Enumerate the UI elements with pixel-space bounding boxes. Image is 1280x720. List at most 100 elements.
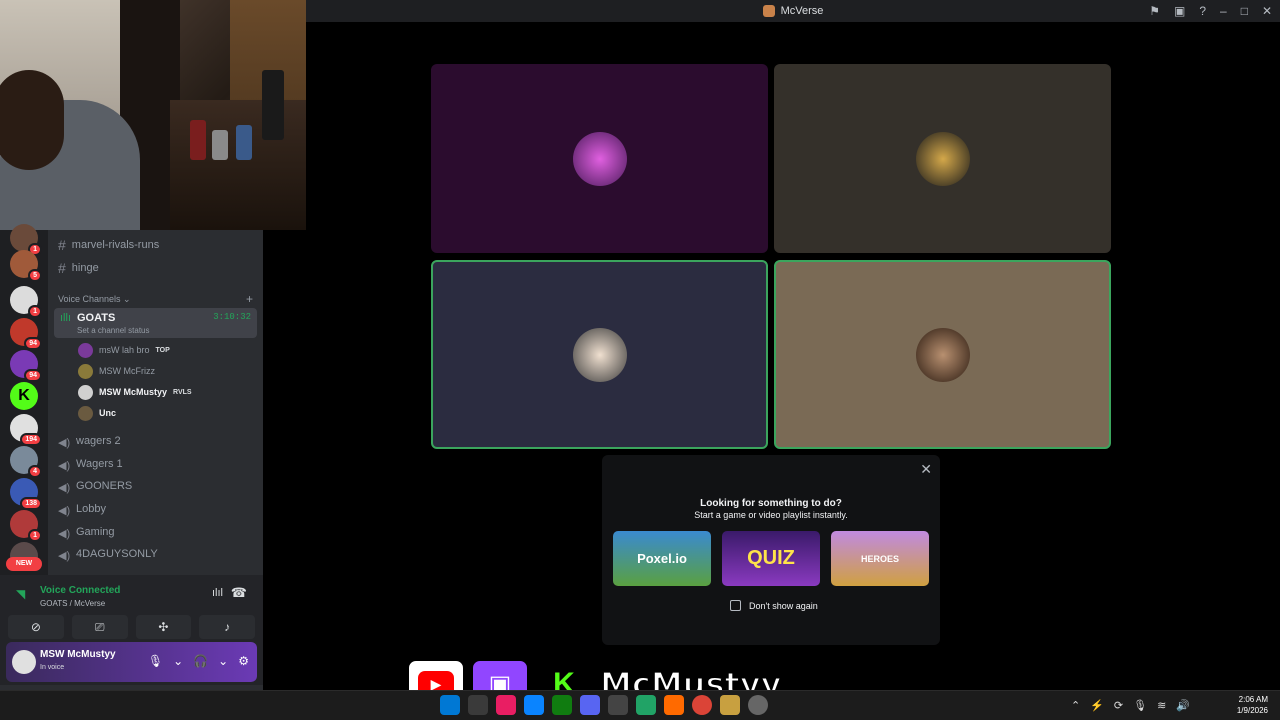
user-panel: MSW McMustyy In voice 🎙 ⌄ 🎧 ⌄ ⚙ bbox=[6, 642, 257, 682]
chrome-icon[interactable] bbox=[692, 695, 712, 715]
voice-channels-header[interactable]: Voice Channels ⌄ + bbox=[58, 292, 253, 306]
microphone-icon[interactable]: 🎙 bbox=[148, 654, 163, 668]
active-voice-channel[interactable]: ıllı GOATS Set a channel status 3:10:32 bbox=[54, 308, 257, 338]
voice-channel[interactable]: ◀) Gaming bbox=[58, 522, 115, 542]
discord-icon[interactable] bbox=[580, 695, 600, 715]
channel-list: # marvel-rivals-runs # hinge Voice Channel… bbox=[48, 230, 263, 575]
video-tile[interactable] bbox=[431, 260, 768, 449]
speaker-icon: ◀) bbox=[58, 550, 71, 562]
minimize-button[interactable]: – bbox=[1220, 4, 1227, 18]
gear-icon[interactable]: ⚙ bbox=[238, 654, 249, 668]
volume-icon[interactable]: 🔊 bbox=[1176, 699, 1190, 712]
game-card-quiz[interactable]: QUIZ bbox=[722, 531, 820, 586]
hash-icon: # bbox=[58, 237, 66, 253]
new-badge: NEW bbox=[6, 557, 42, 571]
app-icon[interactable] bbox=[468, 695, 488, 715]
voice-location-link[interactable]: GOATS / McVerse bbox=[40, 599, 105, 608]
server-icon[interactable]: 1 bbox=[10, 224, 42, 256]
start-icon[interactable] bbox=[440, 695, 460, 715]
chevron-up-icon[interactable]: ⌃ bbox=[1071, 699, 1080, 712]
clock[interactable]: 2:06 AM 1/9/2026 bbox=[1237, 694, 1268, 716]
server-icon[interactable]: 1 bbox=[10, 510, 42, 542]
sync-icon[interactable]: ⟳ bbox=[1114, 699, 1123, 712]
server-icon[interactable]: 1 bbox=[10, 286, 42, 318]
game-card-heroes[interactable]: HEROES bbox=[831, 531, 929, 586]
window-title: McVerse bbox=[780, 5, 824, 17]
signal-icon: ◥ bbox=[16, 587, 26, 601]
avatar bbox=[78, 363, 93, 379]
avatar[interactable] bbox=[12, 650, 36, 674]
voice-user[interactable]: MSW McMustyy RVLS bbox=[78, 383, 192, 401]
disconnect-icon[interactable]: ☎ bbox=[231, 585, 247, 601]
voice-channel[interactable]: ◀) wagers 2 bbox=[58, 431, 121, 451]
close-button[interactable]: ✕ bbox=[1262, 4, 1272, 18]
avatar bbox=[78, 384, 93, 400]
voice-user[interactable]: msW lah bro TOP bbox=[78, 341, 170, 359]
headphones-icon[interactable]: 🎧 bbox=[193, 654, 208, 668]
network-icon[interactable]: ⚡ bbox=[1090, 699, 1104, 712]
text-channel[interactable]: # marvel-rivals-runs bbox=[58, 235, 159, 255]
voice-user[interactable]: Unc bbox=[78, 404, 116, 422]
title-bar: McVerse ⚑ ▣ ? – □ ✕ bbox=[306, 0, 1280, 22]
inbox-icon[interactable]: ⚑ bbox=[1149, 4, 1160, 18]
chevron-down-icon[interactable]: ⌄ bbox=[173, 654, 183, 668]
app-icon[interactable] bbox=[608, 695, 628, 715]
add-channel-icon[interactable]: + bbox=[246, 292, 253, 306]
chevron-down-icon[interactable]: ⌄ bbox=[218, 654, 228, 668]
mic-icon[interactable]: 🎙 bbox=[1133, 699, 1147, 712]
avatar bbox=[78, 405, 93, 421]
help-icon[interactable]: ? bbox=[1199, 4, 1206, 18]
game-card-poxel[interactable]: Poxel.io bbox=[613, 531, 711, 586]
voice-user[interactable]: MSW McFrizz bbox=[78, 362, 155, 380]
avatar bbox=[915, 131, 970, 186]
server-icon[interactable]: 94 bbox=[10, 350, 42, 382]
screen-share-button[interactable]: ⎚ bbox=[71, 615, 128, 639]
hash-icon: # bbox=[58, 260, 66, 276]
sidebar: 1 5 1 94 94 K 194 4 138 1 NEW # marvel-ri… bbox=[0, 224, 263, 690]
close-icon[interactable]: ✕ bbox=[920, 461, 932, 478]
avatar bbox=[572, 131, 627, 186]
app-icon[interactable] bbox=[664, 695, 684, 715]
noise-suppression-icon[interactable]: ılıl bbox=[212, 587, 223, 599]
voice-timer: 3:10:32 bbox=[213, 312, 251, 322]
server-icon[interactable]: 5 bbox=[10, 250, 42, 282]
camera-off-button[interactable]: ⊘ bbox=[8, 615, 64, 639]
server-icon[interactable]: 138 bbox=[10, 478, 42, 510]
app-icon[interactable] bbox=[748, 695, 768, 715]
voice-channel[interactable]: ◀) Lobby bbox=[58, 499, 106, 519]
speaker-icon: ◀) bbox=[58, 460, 71, 472]
speaker-icon: ◀) bbox=[58, 505, 71, 517]
voice-channel[interactable]: ◀) GOONERS bbox=[58, 476, 132, 496]
server-list: 1 5 1 94 94 K 194 4 138 1 NEW bbox=[0, 224, 48, 575]
soundboard-button[interactable]: ♪ bbox=[199, 615, 255, 639]
speaker-icon: ◀) bbox=[58, 482, 71, 494]
app-icon[interactable] bbox=[496, 695, 516, 715]
maximize-button[interactable]: □ bbox=[1241, 4, 1248, 18]
server-icon[interactable]: 4 bbox=[10, 446, 42, 478]
taskbar: ⌃ ⚡ ⟳ 🎙 ≋ 🔊 2:06 AM 1/9/2026 bbox=[0, 690, 1280, 720]
dont-show-again-checkbox[interactable]: Don't show again bbox=[730, 600, 818, 611]
voice-activity-icon: ıllı bbox=[60, 312, 71, 324]
kick-server-icon[interactable]: K bbox=[10, 382, 38, 410]
voice-channel[interactable]: ◀) 4DAGUYSONLY bbox=[58, 544, 158, 564]
video-tile[interactable] bbox=[431, 64, 768, 253]
text-channel[interactable]: # hinge bbox=[58, 258, 99, 278]
server-icon[interactable]: 94 bbox=[10, 318, 42, 350]
window-icon[interactable]: ▣ bbox=[1174, 4, 1185, 18]
video-tile[interactable] bbox=[774, 64, 1111, 253]
channel-status[interactable]: Set a channel status bbox=[77, 326, 150, 335]
app-icon[interactable] bbox=[636, 695, 656, 715]
xbox-icon[interactable] bbox=[552, 695, 572, 715]
video-tile[interactable] bbox=[774, 260, 1111, 449]
speaker-icon: ◀) bbox=[58, 528, 71, 540]
server-icon bbox=[762, 5, 775, 17]
app-icon[interactable] bbox=[524, 695, 544, 715]
voice-channel[interactable]: ◀) Wagers 1 bbox=[58, 454, 123, 474]
avatar bbox=[572, 327, 627, 382]
app-icon[interactable] bbox=[720, 695, 740, 715]
activity-prompt: ✕ Looking for something to do? Start a g… bbox=[602, 455, 940, 645]
server-icon[interactable]: 194 bbox=[10, 414, 42, 446]
webcam-feed bbox=[0, 0, 306, 230]
wifi-icon[interactable]: ≋ bbox=[1157, 699, 1166, 712]
activities-button[interactable]: ✣ bbox=[135, 615, 192, 639]
